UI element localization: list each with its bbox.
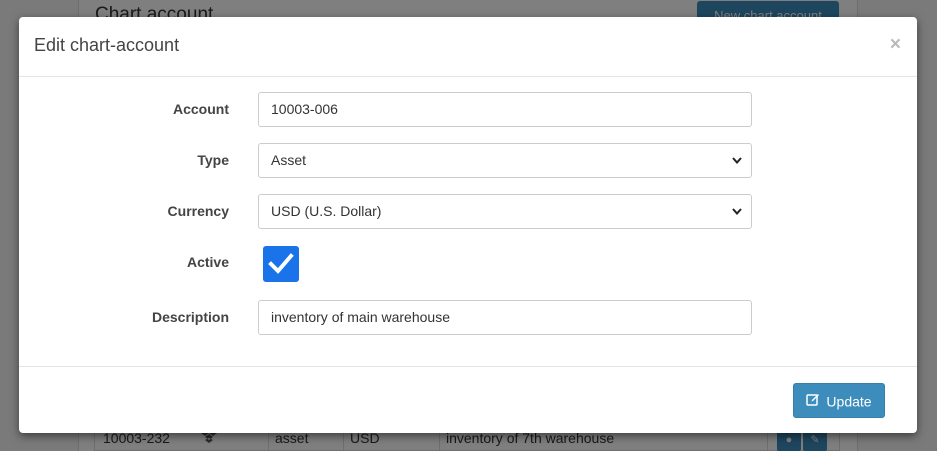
type-row: Type Asset	[19, 143, 917, 179]
modal-footer: Update	[19, 366, 917, 433]
chevron-down-icon	[731, 144, 743, 190]
active-row: Active	[19, 246, 917, 282]
chevron-down-icon	[731, 195, 743, 241]
type-select-value: Asset	[271, 152, 307, 168]
edit-chart-account-modal: Edit chart-account × Account 10003-006 T…	[19, 17, 917, 433]
modal-title: Edit chart-account	[34, 35, 180, 55]
description-input[interactable]: inventory of main warehouse	[258, 300, 752, 335]
edit-icon	[806, 392, 820, 409]
active-checkbox[interactable]	[263, 246, 299, 282]
type-select[interactable]: Asset	[258, 143, 752, 178]
currency-row: Currency USD (U.S. Dollar)	[19, 194, 917, 230]
modal-body: Account 10003-006 Type Asset Currency US…	[19, 77, 917, 367]
currency-select[interactable]: USD (U.S. Dollar)	[258, 194, 752, 229]
description-label: Description	[151, 309, 229, 325]
update-button[interactable]: Update	[793, 383, 885, 418]
currency-select-value: USD (U.S. Dollar)	[271, 203, 382, 219]
modal-header: Edit chart-account ×	[19, 17, 917, 77]
account-input[interactable]: 10003-006	[258, 92, 752, 127]
checkmark-icon	[268, 253, 294, 274]
account-row: Account 10003-006	[19, 92, 917, 128]
description-row: Description inventory of main warehouse	[19, 300, 917, 336]
active-label: Active	[186, 254, 229, 270]
update-button-label: Update	[826, 392, 872, 409]
close-icon[interactable]: ×	[890, 34, 901, 56]
type-label: Type	[197, 152, 229, 168]
account-label: Account	[173, 101, 229, 117]
currency-label: Currency	[167, 203, 229, 219]
